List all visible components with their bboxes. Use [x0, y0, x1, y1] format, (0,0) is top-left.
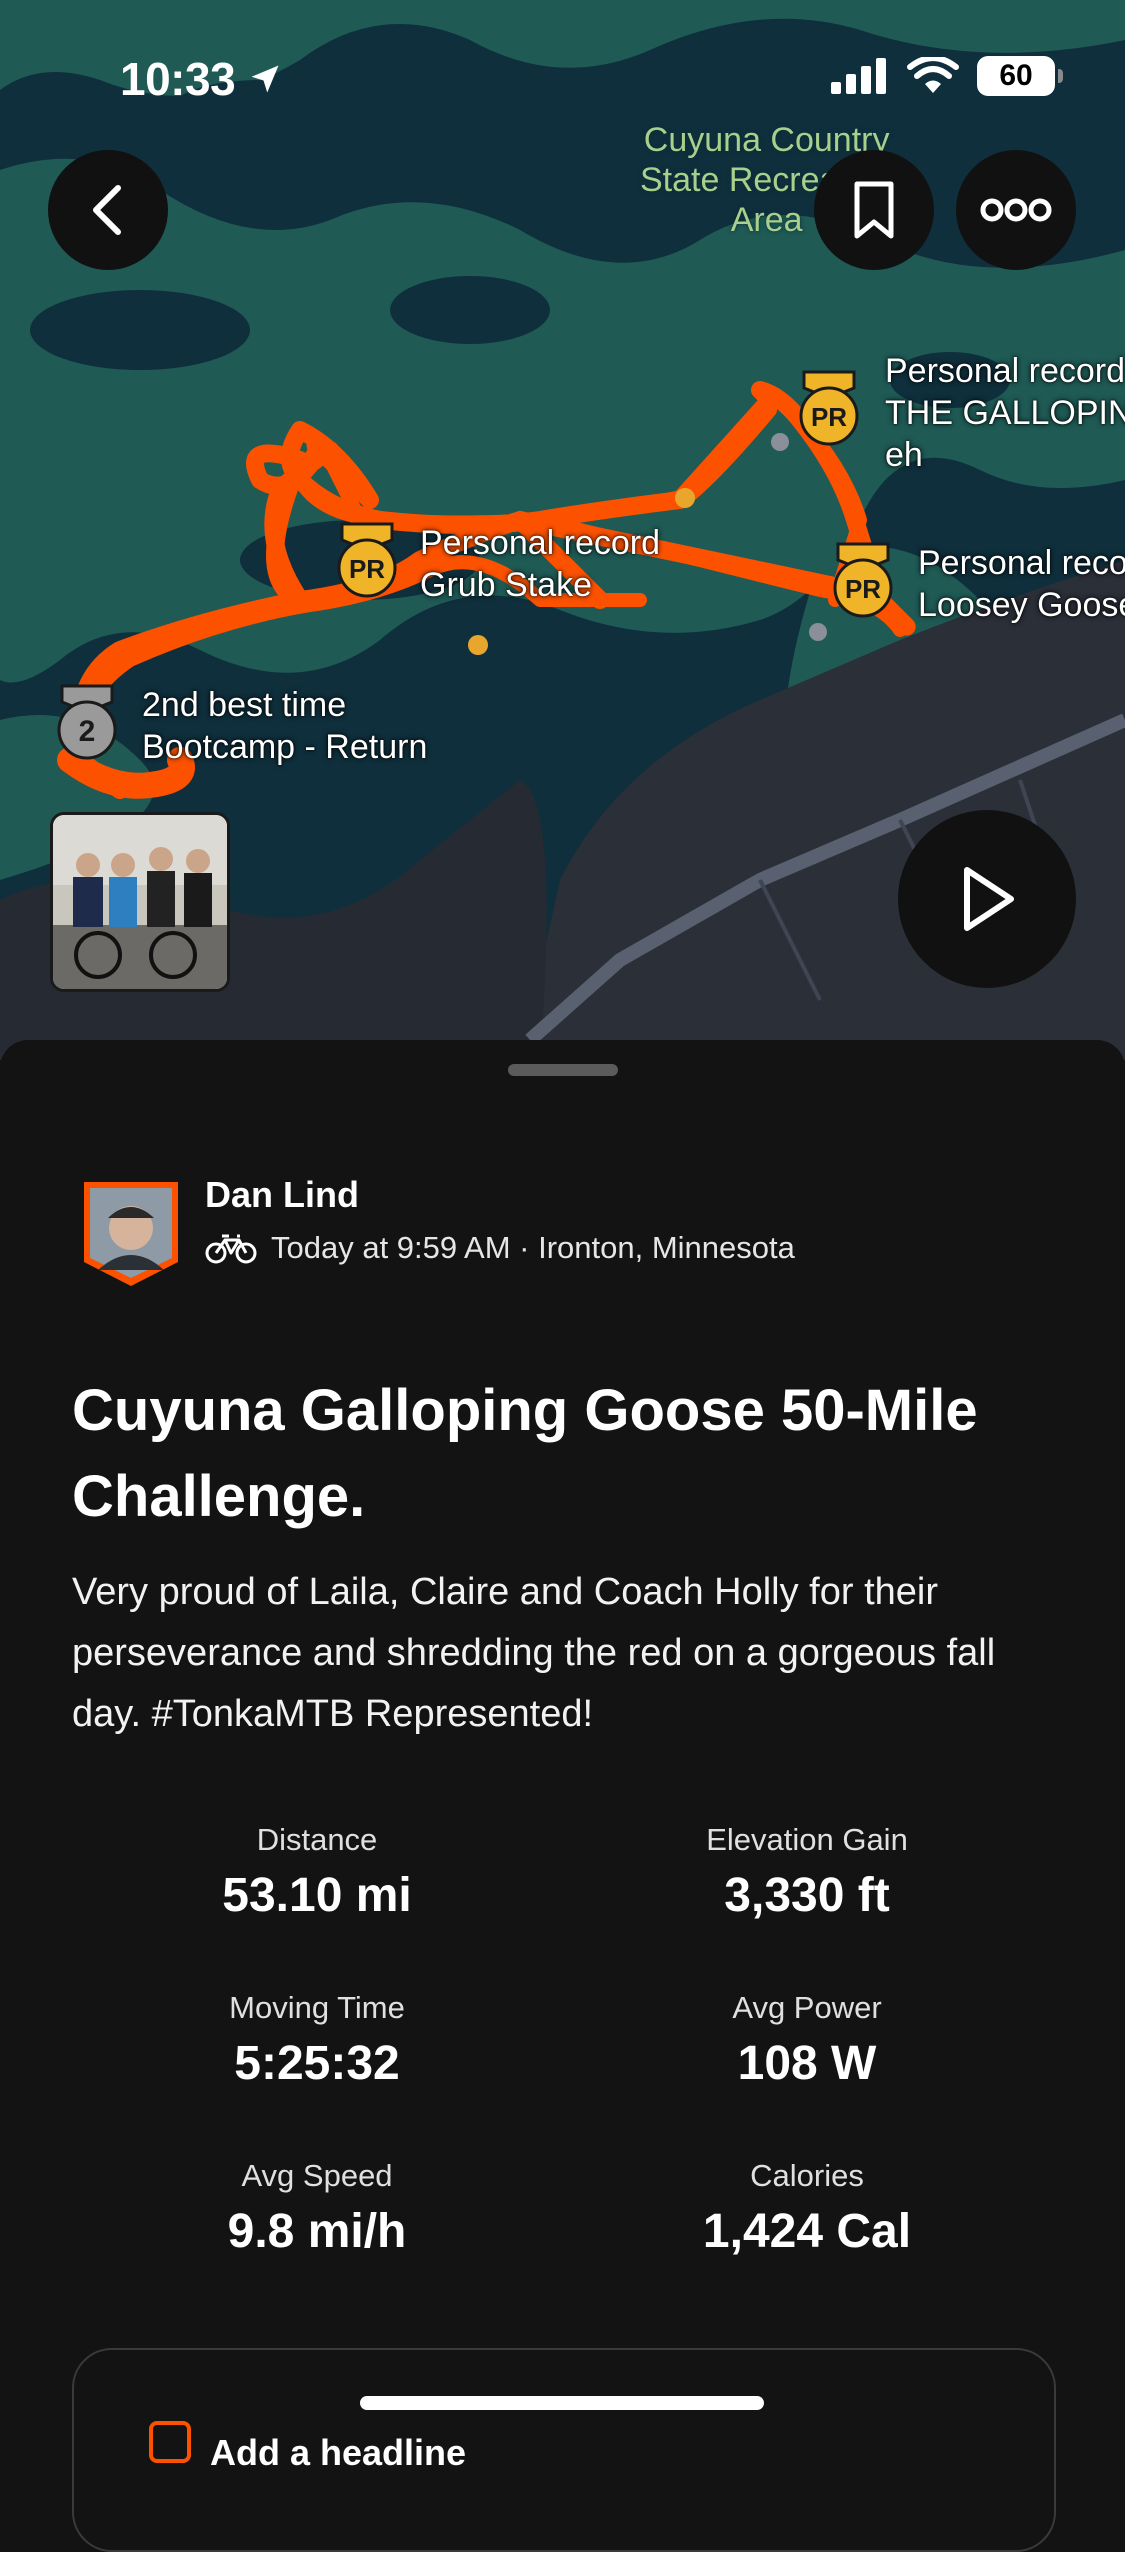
wifi-icon: [907, 57, 959, 93]
add-headline-label[interactable]: Add a headline: [210, 2432, 466, 2474]
pr-badge-text: PR: [811, 402, 847, 432]
battery-indicator: 60: [977, 56, 1063, 96]
back-button[interactable]: [48, 150, 168, 270]
home-indicator[interactable]: [360, 2396, 764, 2410]
chevron-left-icon: [93, 185, 121, 235]
play-icon: [964, 867, 1014, 931]
activity-title: Cuyuna Galloping Goose 50-Mile Challenge…: [72, 1378, 978, 1529]
athlete-name[interactable]: Dan Lind: [205, 1174, 359, 1216]
group-photo-image: [53, 815, 227, 989]
status-time: 10:33: [120, 52, 283, 106]
stat-elevation-gain: Elevation Gain 3,330 ft: [706, 1822, 908, 1922]
segment-label-grub-stake[interactable]: Personal record Grub Stake: [420, 522, 660, 606]
bike-icon: [205, 1234, 257, 1264]
activity-detail-sheet: Dan Lind Today at 9:59 AM · Ironton, Min…: [0, 1040, 1125, 2552]
activity-meta: Today at 9:59 AM · Ironton, Minnesota: [205, 1230, 795, 1266]
pr-badge-text: PR: [845, 574, 881, 604]
more-options-button[interactable]: [956, 150, 1076, 270]
segment-label-bootcamp[interactable]: 2nd best time Bootcamp - Return: [142, 684, 427, 768]
stat-avg-speed: Avg Speed 9.8 mi/h: [227, 2158, 407, 2258]
pr-medal-icon: PR: [337, 522, 397, 598]
activity-photo-thumbnail[interactable]: [50, 812, 230, 992]
athlete-avatar[interactable]: [80, 1178, 182, 1290]
activity-description: Very proud of Laila, Claire and Coach Ho…: [72, 1571, 996, 1735]
bookmark-button[interactable]: [814, 150, 934, 270]
play-flyover-button[interactable]: [898, 810, 1076, 988]
stat-calories: Calories 1,424 Cal: [702, 2158, 912, 2258]
stat-moving-time: Moving Time 5:25:32: [229, 1990, 405, 2090]
activity-time-location: Today at 9:59 AM · Ironton, Minnesota: [271, 1230, 795, 1265]
more-dots-icon: [980, 198, 1052, 222]
cellular-signal-icon: [831, 58, 886, 94]
pr-medal-icon: PR: [799, 370, 859, 446]
stat-avg-power: Avg Power 108 W: [732, 1990, 882, 2090]
pr-medal-icon: PR: [833, 542, 893, 618]
bookmark-icon: [854, 181, 894, 239]
segment-label-loosey-goose[interactable]: Personal record Loosey Goose: [918, 542, 1125, 626]
add-headline-icon: [149, 2421, 191, 2463]
sheet-drag-handle[interactable]: [508, 1064, 618, 1076]
segment-label-galloping[interactable]: Personal record THE GALLOPING eh: [885, 350, 1125, 476]
status-bar: 10:33 60: [0, 0, 1125, 150]
location-arrow-icon: [251, 65, 279, 93]
second-place-medal-icon: 2: [57, 684, 117, 760]
stat-distance: Distance 53.10 mi: [222, 1822, 412, 1922]
pr-badge-text: PR: [349, 554, 385, 584]
rank-badge-text: 2: [79, 715, 96, 748]
